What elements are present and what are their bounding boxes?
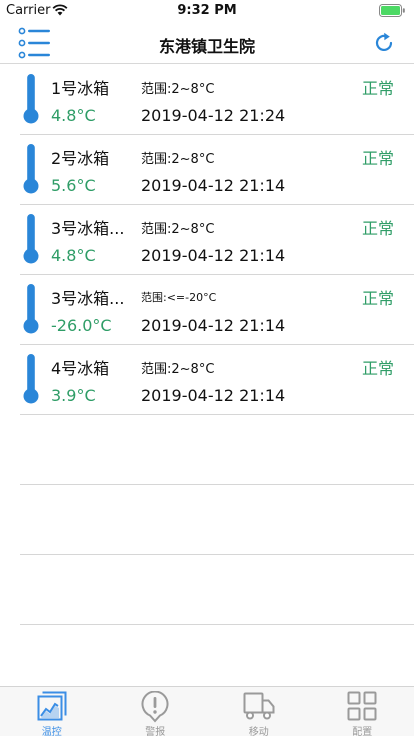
device-temperature: 4.8°C: [51, 106, 96, 125]
device-status: 正常: [361, 149, 394, 168]
empty-row: [20, 415, 414, 485]
refresh-button[interactable]: [372, 31, 396, 55]
device-name: 4号冰箱: [51, 359, 110, 378]
tab-label: 警报: [145, 727, 166, 736]
device-range: 范围:2~8°C: [141, 222, 215, 237]
grid-icon: [347, 691, 377, 721]
status-bar: Carrier 9:32 PM: [0, 0, 414, 22]
alert-icon: [141, 691, 169, 723]
thermometer-icon: [23, 144, 39, 194]
device-timestamp: 2019-04-12 21:14: [141, 316, 286, 335]
thermometer-icon: [23, 74, 39, 124]
truck-icon: [243, 692, 275, 720]
tab-label: 配置: [352, 727, 373, 736]
device-timestamp: 2019-04-12 21:14: [141, 386, 286, 405]
device-name: 3号冰箱...: [51, 219, 125, 238]
device-temperature: 3.9°C: [51, 386, 96, 405]
tab-alerts[interactable]: 警报: [104, 687, 208, 736]
device-name: 1号冰箱: [51, 79, 110, 98]
empty-row: [20, 485, 414, 555]
device-name: 3号冰箱...: [51, 289, 125, 308]
device-row[interactable]: 3号冰箱... 4.8°C 范围:2~8°C 2019-04-12 21:14 …: [20, 205, 414, 275]
device-temperature: -26.0°C: [51, 316, 112, 335]
device-status: 正常: [361, 359, 394, 378]
tab-bar: 温控 警报 移动 配置: [0, 686, 414, 736]
device-status: 正常: [361, 79, 394, 98]
device-temperature: 5.6°C: [51, 176, 96, 195]
device-range: 范围:2~8°C: [141, 362, 215, 377]
menu-button[interactable]: [18, 27, 52, 59]
thermometer-icon: [23, 214, 39, 264]
chart-icon: [37, 691, 67, 721]
device-range: 范围:<=-20°C: [141, 291, 217, 304]
navigation-bar: 东港镇卫生院: [0, 22, 414, 64]
tab-mobile[interactable]: 移动: [207, 687, 311, 736]
tab-label: 温控: [41, 727, 62, 736]
device-range: 范围:2~8°C: [141, 152, 215, 167]
device-list: 1号冰箱 4.8°C 范围:2~8°C 2019-04-12 21:24 正常 …: [20, 65, 414, 625]
device-timestamp: 2019-04-12 21:14: [141, 176, 286, 195]
device-timestamp: 2019-04-12 21:24: [141, 106, 286, 125]
list-menu-icon: [18, 27, 50, 59]
device-row[interactable]: 2号冰箱 5.6°C 范围:2~8°C 2019-04-12 21:14 正常: [20, 135, 414, 205]
app-screen: Carrier 9:32 PM 东港镇卫生院 1号冰箱 4.8°C 范围:2~8…: [0, 0, 414, 736]
thermometer-icon: [23, 284, 39, 334]
device-status: 正常: [361, 289, 394, 308]
battery-icon: [379, 4, 405, 17]
device-row[interactable]: 3号冰箱... -26.0°C 范围:<=-20°C 2019-04-12 21…: [20, 275, 414, 345]
device-temperature: 4.8°C: [51, 246, 96, 265]
device-range: 范围:2~8°C: [141, 82, 215, 97]
tab-monitor[interactable]: 温控: [0, 687, 104, 736]
device-status: 正常: [361, 219, 394, 238]
device-timestamp: 2019-04-12 21:14: [141, 246, 286, 265]
thermometer-icon: [23, 354, 39, 404]
device-name: 2号冰箱: [51, 149, 110, 168]
empty-row: [20, 555, 414, 625]
status-time: 9:32 PM: [177, 3, 237, 18]
page-title: 东港镇卫生院: [158, 37, 255, 56]
tab-settings[interactable]: 配置: [311, 687, 414, 736]
refresh-icon: [375, 32, 393, 52]
tab-label: 移动: [248, 727, 269, 736]
device-row[interactable]: 1号冰箱 4.8°C 范围:2~8°C 2019-04-12 21:24 正常: [20, 65, 414, 135]
device-row[interactable]: 4号冰箱 3.9°C 范围:2~8°C 2019-04-12 21:14 正常: [20, 345, 414, 415]
